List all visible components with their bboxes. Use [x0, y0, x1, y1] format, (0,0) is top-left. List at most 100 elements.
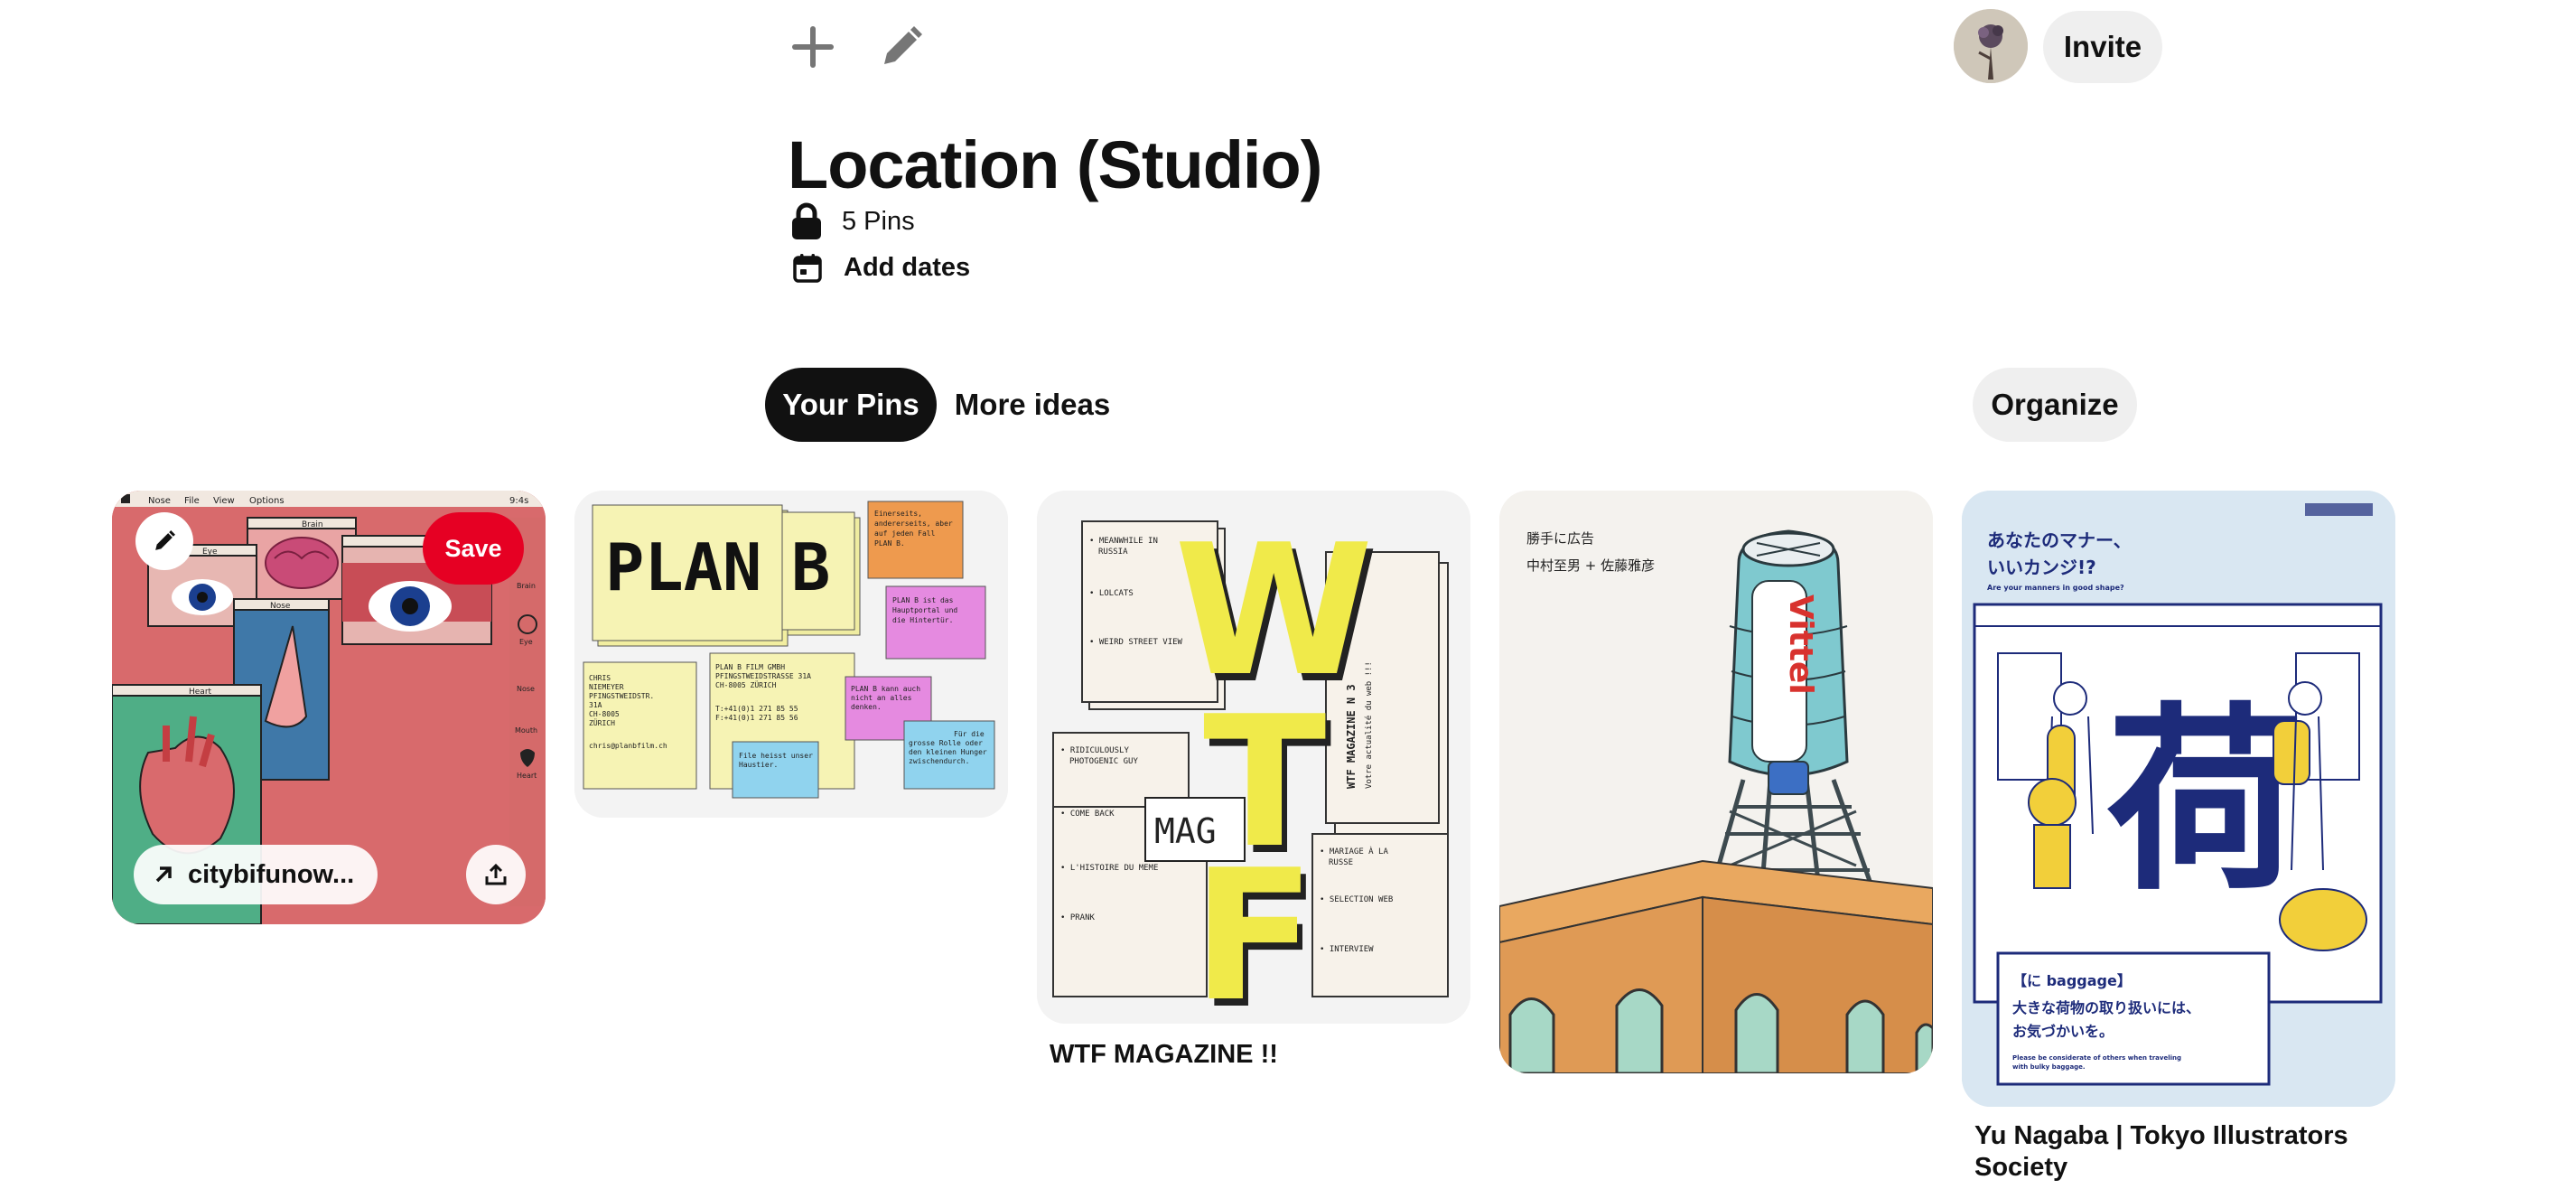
svg-text:Einerseits,: Einerseits, — [874, 510, 922, 518]
share-button[interactable] — [466, 845, 526, 904]
pin-image: PLAN B Einerseits, andererseits, aber au… — [574, 491, 1008, 818]
svg-text:den kleinen Hunger: den kleinen Hunger — [909, 748, 987, 756]
svg-text:お気づかいを。: お気づかいを。 — [2012, 1023, 2114, 1040]
tab-more-ideas[interactable]: More ideas — [945, 368, 1120, 442]
svg-text:PLAN B kann auch: PLAN B kann auch — [851, 685, 920, 693]
pin-count: 5 Pins — [842, 206, 915, 236]
svg-text:File: File — [184, 496, 200, 506]
svg-text:File heisst unser: File heisst unser — [739, 752, 813, 760]
svg-text:Brain: Brain — [302, 520, 323, 529]
svg-text:• MEANWHILE IN: • MEANWHILE IN — [1089, 537, 1158, 546]
edit-pin-button[interactable] — [135, 512, 193, 570]
svg-text:PLAN B.: PLAN B. — [874, 539, 905, 548]
svg-text:いいカンジ!?: いいカンジ!? — [1987, 557, 2096, 578]
svg-text:中村至男 + 佐藤雅彦: 中村至男 + 佐藤雅彦 — [1526, 557, 1655, 574]
pin-caption: Yu Nagaba | Tokyo Illustrators Society — [1974, 1121, 2348, 1182]
svg-text:grosse Rolle oder: grosse Rolle oder — [909, 739, 983, 747]
add-button[interactable] — [784, 18, 842, 76]
pin-card[interactable]: PLAN B Einerseits, andererseits, aber au… — [574, 491, 1008, 818]
svg-text:auf jeden Fall: auf jeden Fall — [874, 529, 936, 538]
share-icon — [485, 863, 507, 885]
avatar[interactable] — [1954, 9, 2028, 83]
svg-text:Eye: Eye — [202, 548, 218, 557]
edit-board-button[interactable] — [873, 18, 930, 76]
svg-text:Nose: Nose — [148, 496, 171, 506]
pin-card[interactable]: 勝手に広告 中村至男 + 佐藤雅彦 Vittel — [1499, 491, 1933, 1073]
svg-text:• LOLCATS: • LOLCATS — [1089, 589, 1134, 598]
svg-text:die Hintertür.: die Hintertür. — [892, 616, 953, 624]
svg-text:Heart: Heart — [517, 772, 537, 780]
pencil-icon — [155, 530, 175, 550]
svg-text:PLAN: PLAN — [605, 529, 761, 605]
svg-text:Heart: Heart — [189, 688, 212, 697]
svg-text:B: B — [791, 529, 830, 605]
save-button[interactable]: Save — [423, 512, 524, 585]
svg-text:9:4s: 9:4s — [509, 496, 528, 506]
svg-text:NIEMEYER: NIEMEYER — [589, 683, 624, 691]
svg-text:• PRANK: • PRANK — [1060, 913, 1096, 922]
svg-text:Are your manners in good shape: Are your manners in good shape? — [1987, 584, 2124, 592]
svg-text:with bulky baggage.: with bulky baggage. — [2012, 1063, 2086, 1071]
svg-text:CH-8005: CH-8005 — [589, 710, 620, 718]
svg-text:CHRIS: CHRIS — [589, 674, 611, 682]
svg-text:nicht an alles: nicht an alles — [851, 694, 912, 702]
svg-text:zwischendurch.: zwischendurch. — [909, 757, 969, 765]
svg-text:Nose: Nose — [517, 685, 535, 693]
organize-button[interactable]: Organize — [1973, 368, 2137, 442]
svg-text:Eye: Eye — [519, 638, 533, 646]
svg-text:RUSSIA: RUSSIA — [1098, 548, 1128, 557]
invite-button[interactable]: Invite — [2043, 11, 2162, 83]
pin-card[interactable]: • MEANWHILE IN RUSSIA • LOLCATS • WEIRD … — [1037, 491, 1470, 1024]
svg-text:MAG: MAG — [1154, 811, 1217, 851]
svg-text:andererseits, aber: andererseits, aber — [874, 520, 953, 528]
svg-text:• MARIAGE À LA: • MARIAGE À LA — [1320, 846, 1388, 857]
svg-text:PLAN B FILM GMBH: PLAN B FILM GMBH — [715, 663, 785, 671]
svg-text:• INTERVIEW: • INTERVIEW — [1320, 945, 1374, 954]
svg-text:【に baggage】: 【に baggage】 — [2012, 972, 2132, 989]
svg-text:PLAN B ist das: PLAN B ist das — [892, 596, 954, 604]
svg-text:F:+41(0)1 271 85 56: F:+41(0)1 271 85 56 — [715, 714, 798, 722]
board-title: Location (Studio) — [788, 127, 1322, 202]
pin-link-label: citybifunow... — [188, 859, 355, 889]
svg-text:• COME BACK: • COME BACK — [1060, 810, 1115, 819]
pin-image: 勝手に広告 中村至男 + 佐藤雅彦 Vittel — [1499, 491, 1933, 1073]
svg-text:denken.: denken. — [851, 703, 882, 711]
svg-text:Nose: Nose — [270, 602, 291, 611]
svg-text:chris@planbfilm.ch: chris@planbfilm.ch — [589, 742, 667, 750]
svg-text:Brain: Brain — [517, 582, 536, 590]
svg-text:Hauptportal und: Hauptportal und — [892, 606, 957, 614]
svg-text:Please be considerate of other: Please be considerate of others when tra… — [2012, 1054, 2181, 1062]
svg-text:Mouth: Mouth — [515, 726, 537, 735]
lock-icon — [792, 202, 821, 239]
svg-text:• L'HISTOIRE DU MEME: • L'HISTOIRE DU MEME — [1060, 864, 1158, 873]
svg-text:荷: 荷 — [2106, 686, 2305, 917]
svg-text:RUSSE: RUSSE — [1329, 858, 1353, 867]
pencil-icon — [884, 26, 922, 64]
svg-text:PFINGSTWEIDSTR.: PFINGSTWEIDSTR. — [589, 692, 654, 700]
board-privacy: 5 Pins — [791, 202, 915, 240]
pin-image: あなたのマナー、 いいカンジ!? Are your manners in goo… — [1962, 491, 2395, 1107]
svg-text:CH-8005 ZÜRICH: CH-8005 ZÜRICH — [715, 680, 777, 689]
arrow-up-right-icon — [155, 866, 172, 883]
svg-text:Für die: Für die — [954, 730, 985, 738]
plus-icon — [792, 26, 834, 68]
svg-text:View: View — [213, 496, 235, 506]
svg-text:• WEIRD STREET VIEW: • WEIRD STREET VIEW — [1089, 638, 1183, 647]
svg-text:ZÜRICH: ZÜRICH — [589, 718, 615, 727]
svg-text:PHOTOGENIC GUY: PHOTOGENIC GUY — [1069, 757, 1138, 766]
svg-text:Options: Options — [249, 496, 285, 506]
calendar-icon — [793, 253, 822, 283]
pin-card[interactable]: あなたのマナー、 いいカンジ!? Are your manners in goo… — [1962, 491, 2395, 1107]
svg-text:大きな荷物の取り扱いには、: 大きな荷物の取り扱いには、 — [2012, 999, 2200, 1016]
add-dates-label: Add dates — [844, 253, 971, 282]
tab-your-pins[interactable]: Your Pins — [765, 368, 937, 442]
svg-text:Haustier.: Haustier. — [739, 761, 778, 769]
pin-caption: WTF MAGAZINE !! — [1050, 1040, 1278, 1069]
svg-text:T:+41(0)1 271 85 55: T:+41(0)1 271 85 55 — [715, 705, 798, 713]
svg-text:31A: 31A — [589, 701, 602, 709]
svg-text:PFINGSTWEIDSTRASSE 31A: PFINGSTWEIDSTRASSE 31A — [715, 672, 811, 680]
pin-link-button[interactable]: citybifunow... — [134, 845, 378, 904]
pin-card[interactable]: Nose File View Options 9:4s Brain Eye No… — [112, 491, 546, 924]
add-dates-button[interactable]: Add dates — [793, 253, 970, 283]
svg-text:あなたのマナー、: あなたのマナー、 — [1987, 529, 2132, 551]
